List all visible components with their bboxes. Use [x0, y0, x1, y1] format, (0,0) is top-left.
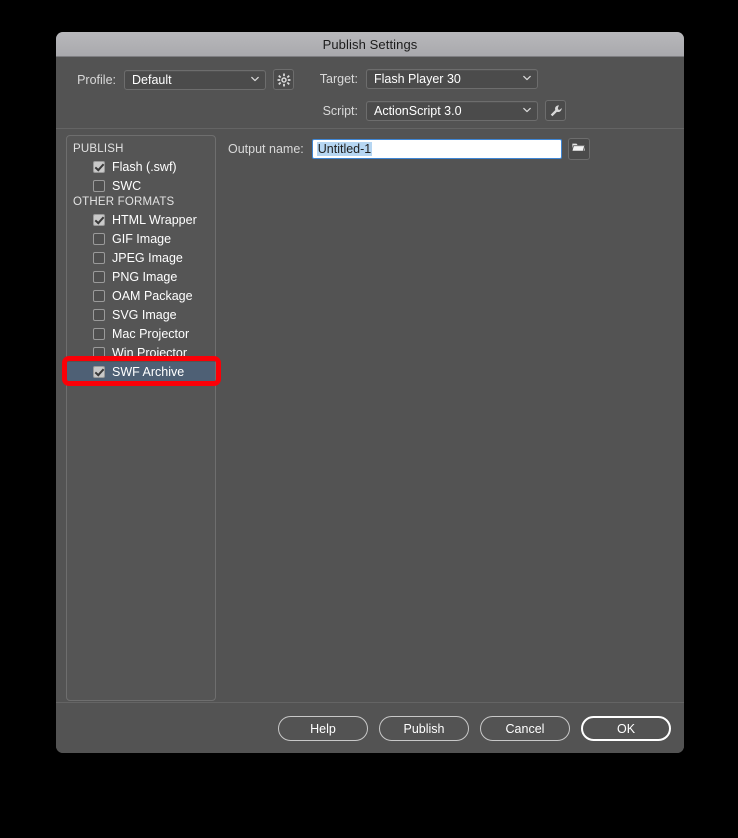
- target-select-value: Flash Player 30: [374, 72, 461, 86]
- target-row: Target: Flash Player 30: [302, 69, 538, 89]
- checkbox-checked-icon[interactable]: [93, 365, 105, 378]
- script-row: Script: ActionScript 3.0: [302, 100, 566, 121]
- profile-select[interactable]: Default: [124, 69, 266, 90]
- script-label: Script:: [322, 103, 358, 118]
- checkbox-unchecked-icon[interactable]: [93, 327, 105, 340]
- checkbox-unchecked-icon[interactable]: [93, 270, 105, 283]
- output-name-label: Output name:: [228, 142, 304, 156]
- dialog-title: Publish Settings: [322, 36, 418, 52]
- checkbox-unchecked-icon[interactable]: [93, 232, 105, 245]
- checkbox-unchecked-icon[interactable]: [93, 308, 105, 321]
- profile-label: Profile:: [77, 72, 116, 87]
- chevron-down-icon: [523, 74, 531, 82]
- format-list-item-label: SWF Archive: [112, 364, 185, 379]
- gear-icon: [277, 73, 291, 87]
- format-list-item[interactable]: Win Projector: [67, 343, 215, 362]
- format-list-item[interactable]: PNG Image: [67, 267, 215, 286]
- script-select[interactable]: ActionScript 3.0: [366, 100, 538, 121]
- format-list-item-label: JPEG Image: [112, 250, 183, 265]
- dialog-body: PUBLISH Flash (.swf) SWC OTHER FORMATS HTML …: [56, 129, 684, 753]
- target-select[interactable]: Flash Player 30: [366, 69, 538, 89]
- format-list-panel[interactable]: PUBLISH Flash (.swf) SWC OTHER FORMATS HTML …: [66, 135, 216, 701]
- target-label: Target:: [319, 72, 358, 86]
- dialog-header: Profile: Default Target: Flash Player 30…: [56, 57, 684, 129]
- format-list-item-label: HTML Wrapper: [112, 212, 197, 227]
- format-group-label: PUBLISH: [73, 143, 124, 155]
- checkbox-unchecked-icon[interactable]: [93, 251, 105, 264]
- format-group-label: OTHER FORMATS: [73, 196, 175, 208]
- output-name-value: Untitled-1: [316, 142, 373, 156]
- format-list-item-label: Mac Projector: [112, 326, 190, 341]
- chevron-down-icon: [523, 106, 531, 114]
- format-list-item-label: SVG Image: [112, 307, 177, 322]
- ok-button[interactable]: OK: [581, 716, 671, 741]
- checkbox-unchecked-icon[interactable]: [93, 179, 105, 192]
- dialog-footer: Help Publish Cancel OK: [56, 702, 684, 753]
- dialog-titlebar: Publish Settings: [56, 32, 684, 57]
- chevron-down-icon: [251, 75, 259, 83]
- screen-background: Publish Settings Profile: Default Target…: [0, 0, 738, 838]
- format-list-item[interactable]: JPEG Image: [67, 248, 215, 267]
- format-list-item[interactable]: OAM Package: [67, 286, 215, 305]
- script-settings-button[interactable]: [545, 100, 566, 121]
- format-list-item[interactable]: SWF Archive: [67, 362, 215, 381]
- checkbox-unchecked-icon[interactable]: [93, 346, 105, 359]
- output-name-input[interactable]: Untitled-1: [311, 139, 562, 159]
- profile-row: Profile: Default: [64, 69, 294, 90]
- format-list-item[interactable]: GIF Image: [67, 229, 215, 248]
- folder-icon: [571, 140, 586, 158]
- format-list-item-label: SWC: [112, 178, 142, 193]
- checkbox-checked-icon[interactable]: [93, 213, 105, 226]
- output-name-row: Output name: Untitled-1: [228, 138, 590, 160]
- format-list-item-label: Win Projector: [112, 345, 188, 360]
- format-list-item[interactable]: HTML Wrapper: [67, 210, 215, 229]
- format-list-item[interactable]: Mac Projector: [67, 324, 215, 343]
- format-list-item-label: OAM Package: [112, 288, 193, 303]
- format-list-item[interactable]: SVG Image: [67, 305, 215, 324]
- script-select-value: ActionScript 3.0: [374, 103, 462, 118]
- format-list-item[interactable]: Flash (.swf): [67, 157, 215, 176]
- format-list-item[interactable]: SWC: [67, 176, 215, 195]
- help-button[interactable]: Help: [278, 716, 368, 741]
- profile-options-button[interactable]: [273, 69, 294, 90]
- publish-button[interactable]: Publish: [379, 716, 469, 741]
- format-list-item-label: PNG Image: [112, 269, 178, 284]
- wrench-icon: [549, 104, 563, 118]
- publish-settings-dialog: Publish Settings Profile: Default Target…: [56, 32, 684, 753]
- cancel-button[interactable]: Cancel: [480, 716, 570, 741]
- checkbox-unchecked-icon[interactable]: [93, 289, 105, 302]
- checkbox-checked-icon[interactable]: [93, 160, 105, 173]
- format-list-item-label: GIF Image: [112, 231, 172, 246]
- format-list-item-label: Flash (.swf): [112, 159, 177, 174]
- browse-output-folder-button[interactable]: [567, 138, 590, 160]
- profile-select-value: Default: [132, 72, 172, 87]
